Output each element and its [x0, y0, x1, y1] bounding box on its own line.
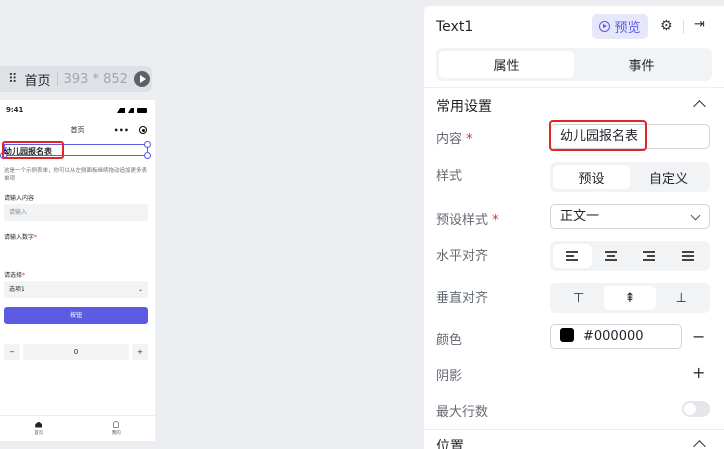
highlight-box — [549, 120, 647, 151]
page-bar[interactable]: ⠿ 首页 393 * 852 — [0, 66, 152, 92]
max-lines-label: 最大行数 — [436, 405, 489, 420]
preview-button[interactable]: 预览 — [592, 14, 648, 39]
chevron-down-icon: ⌄ — [137, 286, 143, 293]
chevron-up-icon[interactable] — [693, 440, 706, 449]
align-justify-icon[interactable] — [669, 244, 708, 268]
mini-nav-title: 首页 — [70, 126, 85, 134]
remove-color-button[interactable]: − — [692, 327, 705, 346]
submit-button[interactable]: 按钮 — [4, 307, 148, 324]
panel-header: Text1 预览 ⚙ ⇥ — [424, 6, 724, 48]
tab-me[interactable]: 我的 — [78, 416, 156, 441]
field-label: 请选择* — [4, 272, 26, 279]
resize-handle[interactable] — [144, 152, 151, 159]
h-align-segmented — [550, 241, 710, 271]
divider — [424, 429, 724, 430]
chevron-down-icon — [690, 210, 701, 221]
status-bar: 9:41 — [0, 100, 155, 120]
play-circle-icon — [599, 21, 611, 32]
stepper-plus[interactable]: + — [132, 344, 148, 360]
color-input[interactable]: #000000 — [550, 324, 682, 349]
h-align-label: 水平对齐 — [436, 249, 489, 264]
style-option-preset[interactable]: 预设 — [553, 165, 630, 189]
align-bottom-icon[interactable]: ⊥ — [656, 286, 707, 310]
divider — [424, 87, 724, 88]
preset-style-select[interactable]: 正文一 — [550, 204, 710, 229]
section-position[interactable]: 位置 — [436, 436, 464, 449]
align-left-icon[interactable] — [553, 244, 592, 268]
v-align-segmented: ⊤ ⇞ ⊥ — [550, 283, 710, 313]
drag-handle-icon[interactable]: ⠿ — [8, 72, 17, 87]
mini-nav: 首页 ••• — [0, 120, 155, 140]
status-time: 9:41 — [6, 106, 24, 114]
add-shadow-button[interactable]: + — [692, 363, 705, 382]
style-segmented: 预设 自定义 — [550, 162, 710, 192]
tab-properties[interactable]: 属性 — [439, 51, 574, 78]
panel-tabs: 属性 事件 — [436, 48, 712, 81]
component-name: Text1 — [436, 19, 474, 35]
play-icon[interactable] — [133, 71, 150, 87]
capsule-close-icon — [139, 126, 147, 134]
style-option-custom[interactable]: 自定义 — [630, 165, 707, 189]
tab-home[interactable]: 首页 — [0, 416, 78, 441]
divider — [683, 20, 684, 34]
align-middle-icon[interactable]: ⇞ — [604, 286, 656, 310]
style-label: 样式 — [436, 169, 463, 184]
select-field[interactable]: 选项1 ⌄ — [4, 281, 148, 298]
align-center-icon[interactable] — [592, 244, 631, 268]
highlight-box — [2, 141, 64, 159]
max-lines-toggle[interactable] — [682, 401, 710, 417]
mini-tabbar: 首页 我的 — [0, 415, 155, 441]
color-swatch[interactable] — [560, 328, 574, 342]
field-label: 请输入内容 — [4, 195, 35, 202]
number-stepper[interactable]: − 0 + — [4, 344, 148, 360]
form-description[interactable]: 这是一个示例表单，你可以从左侧面板继续拖动追加更多表单项 — [4, 167, 150, 183]
collapse-panel-icon[interactable]: ⇥ — [694, 17, 705, 32]
home-icon — [35, 421, 43, 428]
section-common-settings[interactable]: 常用设置 — [436, 96, 492, 116]
design-canvas[interactable]: ⠿ 首页 393 * 852 9:41 首页 ••• 幼儿园报名表 这是一个示例… — [0, 0, 417, 449]
text-input[interactable]: 请输入 — [4, 204, 148, 221]
resize-handle[interactable] — [144, 141, 151, 148]
field-label: 请输入数字* — [4, 234, 38, 241]
stepper-value[interactable]: 0 — [23, 344, 129, 360]
properties-panel: Text1 预览 ⚙ ⇥ 属性 事件 常用设置 内容 * 幼儿园报名表 样式 预… — [424, 6, 724, 449]
chevron-up-icon[interactable] — [693, 100, 706, 113]
shadow-label: 阴影 — [436, 369, 463, 384]
gear-icon[interactable]: ⚙ — [660, 18, 673, 34]
battery-icon — [137, 107, 147, 113]
align-right-icon[interactable] — [630, 244, 669, 268]
page-size: 393 * 852 — [63, 71, 128, 87]
align-top-icon[interactable]: ⊤ — [553, 286, 604, 310]
divider — [56, 72, 58, 86]
signal-icon — [117, 107, 125, 113]
select-value: 选项1 — [9, 286, 25, 293]
preset-style-label: 预设样式 * — [436, 213, 499, 228]
more-icon: ••• — [113, 125, 129, 135]
wifi-icon — [128, 107, 134, 113]
v-align-label: 垂直对齐 — [436, 291, 489, 306]
user-icon — [113, 421, 120, 428]
color-label: 颜色 — [436, 333, 463, 348]
page-name: 首页 — [24, 73, 51, 89]
tab-events[interactable]: 事件 — [574, 51, 709, 78]
content-label: 内容 * — [436, 132, 473, 147]
stepper-minus[interactable]: − — [4, 344, 20, 360]
